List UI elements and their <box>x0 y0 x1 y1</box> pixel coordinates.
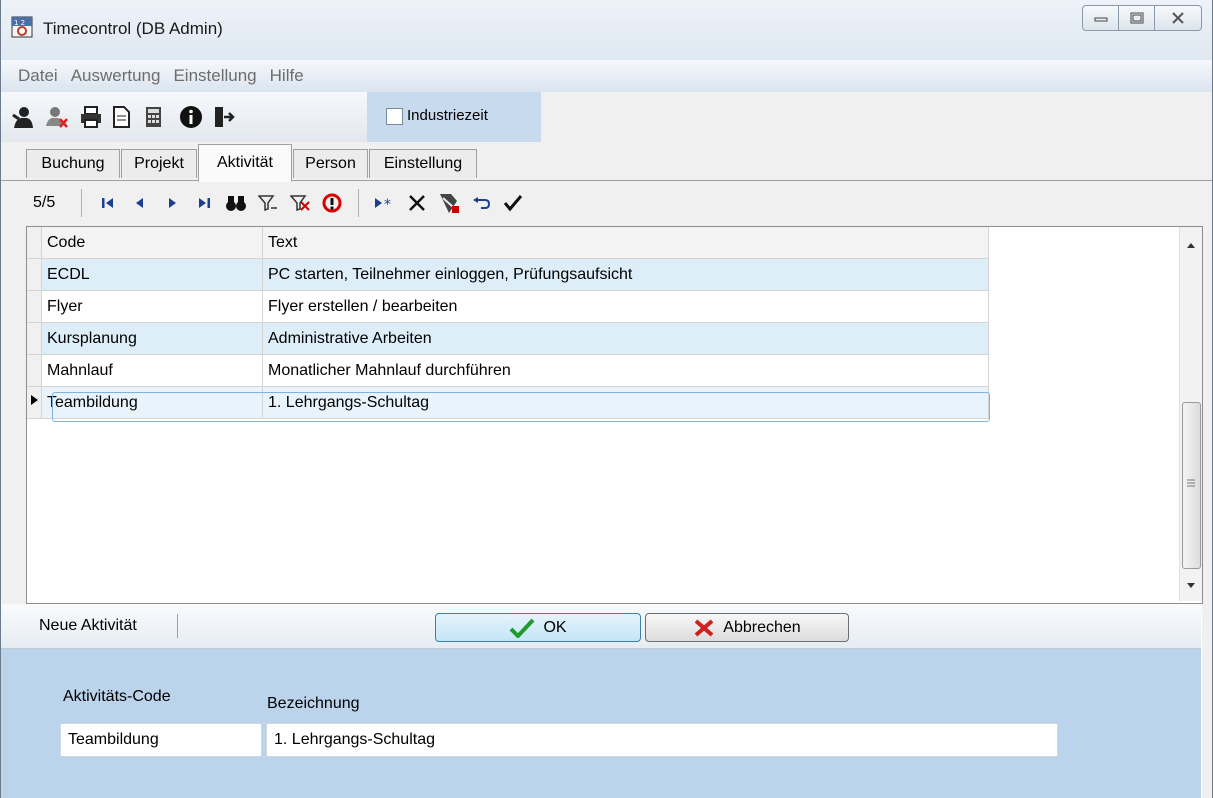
document-icon[interactable] <box>109 105 133 129</box>
close-button[interactable] <box>1154 5 1202 31</box>
cell-code[interactable]: Kursplanung <box>41 322 263 355</box>
menu-auswertung[interactable]: Auswertung <box>71 66 174 86</box>
first-record-icon[interactable] <box>95 190 121 216</box>
scroll-up-icon[interactable] <box>1186 241 1196 249</box>
tab-strip: Buchung Projekt Aktivität Person Einstel… <box>1 142 1212 182</box>
svg-text:1 2: 1 2 <box>14 19 25 27</box>
name-field[interactable]: 1. Lehrgangs-Schultag <box>266 723 1058 757</box>
code-field[interactable]: Teambildung <box>60 723 262 757</box>
main-toolbar: Industriezeit <box>1 92 541 142</box>
minimize-button[interactable] <box>1082 5 1119 31</box>
activity-grid: Code Text ECDL PC starten, Teilnehmer ei… <box>26 226 1203 604</box>
grid-header-row: Code Text <box>27 227 989 259</box>
name-label: Bezeichnung <box>267 695 360 712</box>
column-header-code[interactable]: Code <box>41 227 263 259</box>
cell-code[interactable]: ECDL <box>41 258 263 291</box>
check-icon <box>510 618 535 638</box>
app-clock-icon: 1 2 <box>11 16 33 38</box>
calculator-icon[interactable] <box>141 105 165 129</box>
tab-buchung[interactable]: Buchung <box>26 149 120 178</box>
exit-icon[interactable] <box>211 105 235 129</box>
table-row[interactable]: Mahnlauf Monatlicher Mahnlauf durchführe… <box>27 354 989 387</box>
code-label: Aktivitäts-Code <box>63 688 171 705</box>
tab-person[interactable]: Person <box>293 149 368 178</box>
user-delete-icon[interactable] <box>45 105 69 129</box>
delete-record-icon[interactable] <box>404 190 430 216</box>
cell-code[interactable]: Flyer <box>41 290 263 323</box>
separator <box>81 189 82 217</box>
ok-button-label: OK <box>543 618 567 636</box>
scroll-down-icon[interactable] <box>1186 582 1196 590</box>
editor-toolbar: Neue Aktivität OK Abbrechen <box>1 604 1201 649</box>
table-row[interactable]: ECDL PC starten, Teilnehmer einloggen, P… <box>27 258 989 291</box>
cancel-button-label: Abbrechen <box>723 618 801 636</box>
editor-panel: Neue Aktivität OK Abbrechen Aktivitäts-C… <box>1 604 1202 798</box>
menu-bar: Datei Auswertung Einstellung Hilfe <box>1 60 1212 92</box>
separator <box>177 614 178 638</box>
cell-text[interactable]: 1. Lehrgangs-Schultag <box>262 386 989 419</box>
cell-text[interactable]: PC starten, Teilnehmer einloggen, Prüfun… <box>262 258 989 291</box>
tab-projekt[interactable]: Projekt <box>121 149 197 178</box>
table-row[interactable]: Flyer Flyer erstellen / bearbeiten <box>27 290 989 323</box>
remove-filter-icon[interactable] <box>287 190 313 216</box>
cancel-x-icon <box>694 618 714 637</box>
title-bar: 1 2 Timecontrol (DB Admin) <box>1 0 1212 60</box>
separator <box>358 189 359 217</box>
scrollbar-thumb[interactable] <box>1182 402 1201 569</box>
cell-text[interactable]: Monatlicher Mahnlauf durchführen <box>262 354 989 387</box>
cell-code[interactable]: Mahnlauf <box>41 354 263 387</box>
printer-icon[interactable] <box>79 105 103 129</box>
table-row-selected[interactable]: Teambildung 1. Lehrgangs-Schultag <box>27 386 989 419</box>
tab-aktivitaet[interactable]: Aktivität <box>198 144 292 182</box>
record-position: 5/5 <box>33 194 56 211</box>
menu-datei[interactable]: Datei <box>1 66 71 86</box>
industriezeit-panel: Industriezeit <box>367 92 541 142</box>
row-indicator-header <box>27 227 42 259</box>
info-icon[interactable] <box>179 105 203 129</box>
window-title: Timecontrol (DB Admin) <box>43 19 223 38</box>
cell-text[interactable]: Administrative Arbeiten <box>262 322 989 355</box>
user-icon[interactable] <box>11 105 35 129</box>
menu-hilfe[interactable]: Hilfe <box>270 66 317 86</box>
industriezeit-label: Industriezeit <box>407 107 488 124</box>
current-row-arrow-icon <box>27 386 42 419</box>
save-check-icon[interactable] <box>500 190 526 216</box>
vertical-scrollbar[interactable] <box>1179 227 1202 601</box>
menu-einstellung[interactable]: Einstellung <box>173 66 269 86</box>
find-binoculars-icon[interactable] <box>223 190 249 216</box>
prev-record-icon[interactable] <box>127 190 153 216</box>
row-indicator <box>27 322 42 355</box>
editor-mode-label: Neue Aktivität <box>39 617 137 634</box>
svg-text:*: * <box>384 197 391 210</box>
app-window: 1 2 Timecontrol (DB Admin) Datei Auswert… <box>0 0 1213 798</box>
industriezeit-checkbox[interactable] <box>386 108 403 125</box>
table-row[interactable]: Kursplanung Administrative Arbeiten <box>27 322 989 355</box>
new-record-icon[interactable]: * <box>372 190 398 216</box>
tab-einstellung[interactable]: Einstellung <box>369 149 477 178</box>
next-record-icon[interactable] <box>159 190 185 216</box>
cell-code[interactable]: Teambildung <box>41 386 263 419</box>
maximize-button[interactable] <box>1118 5 1155 31</box>
row-indicator <box>27 290 42 323</box>
edit-record-icon[interactable] <box>436 190 462 216</box>
filter-icon[interactable] <box>255 190 281 216</box>
undo-icon[interactable] <box>468 190 494 216</box>
row-indicator <box>27 354 42 387</box>
cancel-button[interactable]: Abbrechen <box>645 613 849 642</box>
ok-button[interactable]: OK <box>435 613 641 642</box>
row-indicator <box>27 258 42 291</box>
refresh-icon[interactable] <box>319 190 345 216</box>
record-navigator: 5/5 * <box>1 181 1212 225</box>
last-record-icon[interactable] <box>191 190 217 216</box>
column-header-text[interactable]: Text <box>262 227 989 259</box>
cell-text[interactable]: Flyer erstellen / bearbeiten <box>262 290 989 323</box>
